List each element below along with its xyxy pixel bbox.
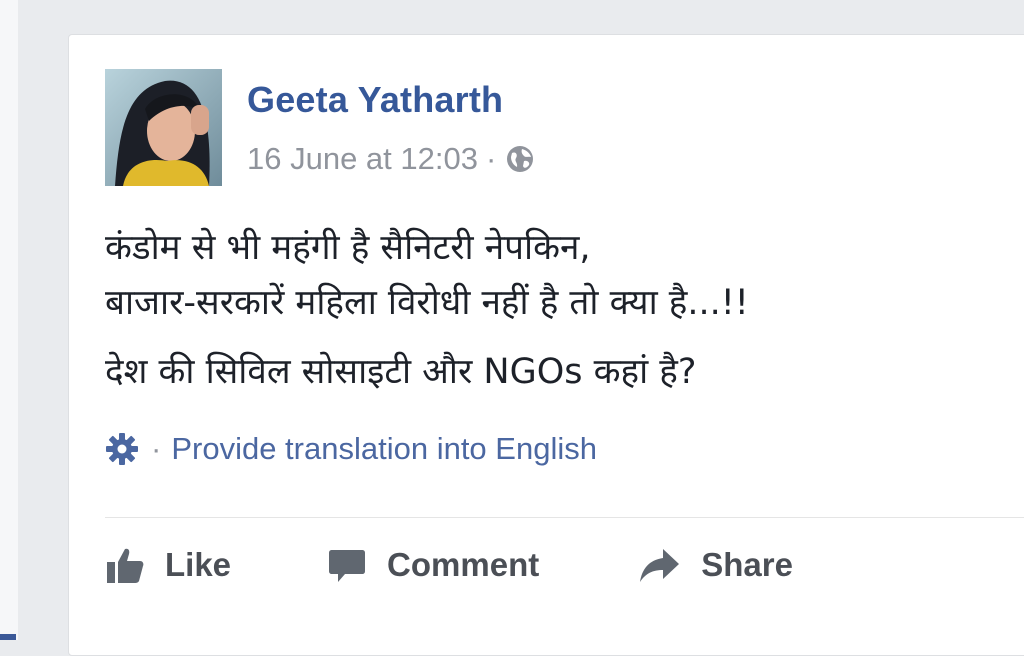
post-text-line: बाजार-सरकारें महिला विरोधी नहीं है तो क्… <box>105 283 749 323</box>
author-name[interactable]: Geeta Yatharth <box>247 79 503 121</box>
profile-photo <box>105 69 222 186</box>
translation-row: · Provide translation into English <box>105 431 597 467</box>
translate-link[interactable]: Provide translation into English <box>171 431 597 467</box>
share-arrow-icon <box>640 549 680 582</box>
divider <box>105 517 1024 518</box>
post-text-line: कंडोम से भी महंगी है सैनिटरी नेपकिन, <box>105 228 591 268</box>
avatar[interactable] <box>105 69 222 186</box>
action-bar: Like Comment Share <box>105 535 793 595</box>
post-text-line: देश की सिविल सोसाइटी और NGOs कहां है? <box>105 352 697 392</box>
gear-icon[interactable] <box>105 432 139 466</box>
thumbs-up-icon <box>107 548 144 583</box>
like-label: Like <box>165 546 232 583</box>
post-timestamp[interactable]: 16 June at 12:03 <box>247 141 478 177</box>
translate-separator: · <box>151 431 162 466</box>
post-meta: 16 June at 12:03 · <box>247 141 536 177</box>
left-accent-bar <box>0 634 16 640</box>
left-sidebar-edge <box>0 0 18 640</box>
share-button[interactable]: Share <box>637 545 793 585</box>
share-label: Share <box>701 546 793 583</box>
comment-label: Comment <box>387 546 540 583</box>
post-text: कंडोम से भी महंगी है सैनिटरी नेपकिन, बाज… <box>105 221 1024 400</box>
meta-separator: · <box>485 141 497 176</box>
globe-icon[interactable] <box>504 143 536 175</box>
speech-bubble-icon <box>329 550 366 582</box>
comment-button[interactable]: Comment <box>327 545 539 585</box>
post-card: Geeta Yatharth 16 June at 12:03 · कंडोम … <box>68 34 1024 656</box>
like-button[interactable]: Like <box>105 545 231 585</box>
